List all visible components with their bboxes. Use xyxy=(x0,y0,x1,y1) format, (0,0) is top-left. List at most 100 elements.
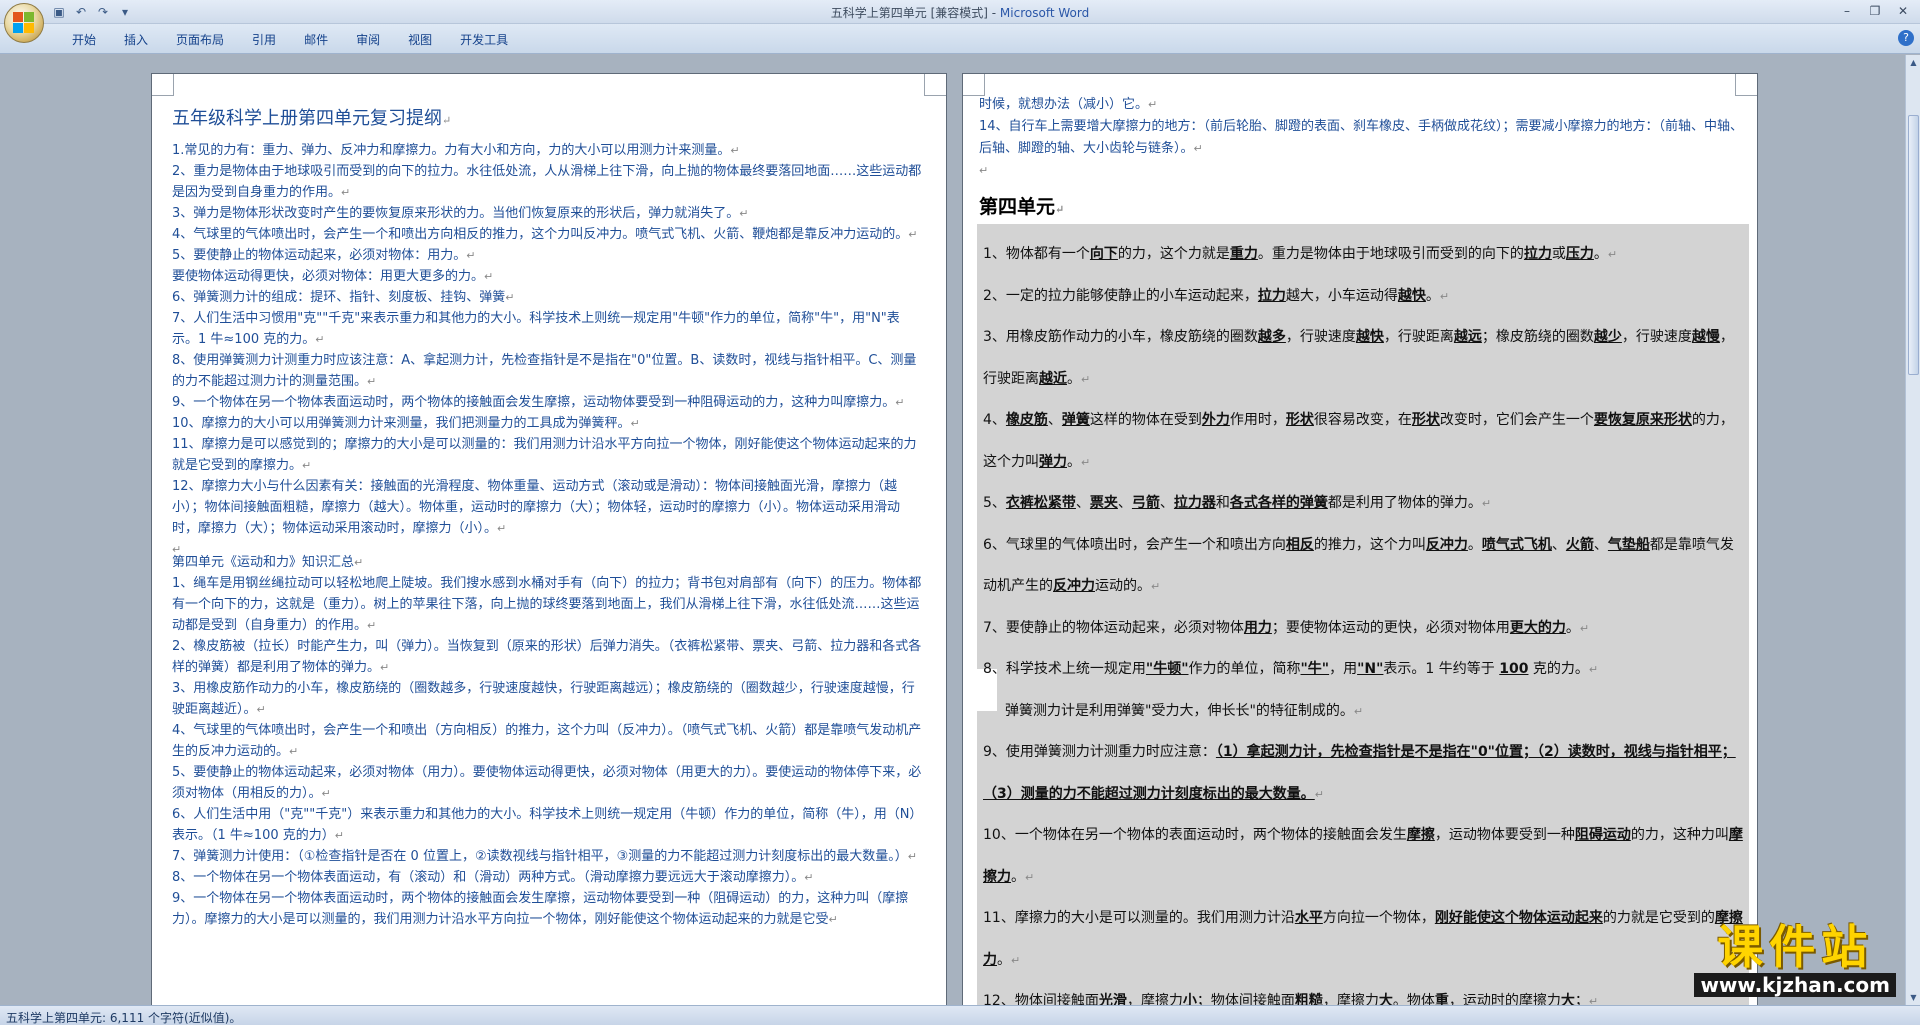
item-text: 6、气球里的气体喷出时，会产生一个和喷出方向 xyxy=(983,536,1286,553)
key-term: 越快 xyxy=(1355,329,1384,345)
list-item: 11、摩擦力的大小是可以测量的。我们用测力计沿水平方向拉一个物体，刚好能使这个物… xyxy=(983,898,1745,981)
paragraph-mark-icon: ↵ xyxy=(1607,248,1618,261)
item-text: 。 xyxy=(1067,453,1081,470)
key-term: 火箭 xyxy=(1565,536,1594,553)
help-icon[interactable]: ? xyxy=(1898,30,1914,46)
paragraph: ↵ xyxy=(172,539,922,556)
key-term: 压力 xyxy=(1565,246,1594,262)
list-item: 5、衣裤松紧带、票夹、弓箭、拉力器和各式各样的弹簧都是利用了物体的弹力。↵ xyxy=(983,483,1745,525)
page-1-body: 1.常见的力有：重力、弹力、反冲力和摩擦力。力有大小和方向，力的大小可以用测力计… xyxy=(172,140,922,930)
item-text: 或 xyxy=(1551,246,1566,262)
minimize-icon[interactable]: – xyxy=(1834,2,1860,20)
key-term: 更大的力 xyxy=(1509,619,1566,636)
key-term: 拉力 xyxy=(1523,246,1552,262)
heading-text: 第四单元 xyxy=(979,196,1056,218)
title-bar: ▣ ↶ ↷ ▾ 五科学上第四单元 [兼容模式] - Microsoft Word… xyxy=(0,0,1920,24)
key-term: 越远 xyxy=(1453,329,1482,345)
paragraph-mark-icon: ↵ xyxy=(895,396,905,409)
paragraph: 5、要使静止的物体运动起来，必须对物体：用力。↵ xyxy=(172,245,922,266)
paragraph-text: 4、气球里的气体喷出时，会产生一个和喷出（方向相反）的推力，这个力叫（反冲力）。… xyxy=(172,723,922,759)
paragraph-mark-icon: ↵ xyxy=(334,829,344,842)
paragraph-text: 5、要使静止的物体运动起来，必须对物体：用力。 xyxy=(172,248,467,263)
paragraph-mark-icon: ↵ xyxy=(1193,142,1203,155)
key-term: 小 xyxy=(1182,993,1197,1005)
item-text: 、 xyxy=(1551,536,1566,553)
key-term: 各式各样的弹簧 xyxy=(1229,495,1328,511)
key-term: 越多 xyxy=(1257,329,1286,345)
paragraph-mark-icon: ↵ xyxy=(442,114,452,127)
item-text: 。 xyxy=(1011,868,1025,885)
paragraph-text: 6、人们生活中用（"克""千克"）来表示重力和其他力的大小。科学技术上则统一规定… xyxy=(172,807,916,843)
scroll-down-icon[interactable]: ▼ xyxy=(1908,992,1919,1003)
paragraph: 4、气球里的气体喷出时，会产生一个和喷出方向相反的推力，这个力叫反冲力。喷气式飞… xyxy=(172,224,922,245)
key-term: 越快 xyxy=(1397,287,1426,304)
key-term: 形状 xyxy=(1411,412,1440,428)
ribbon-tab[interactable]: 开始 xyxy=(58,30,110,50)
item-text: 12、物体间接触面 xyxy=(983,993,1099,1005)
list-item: 6、气球里的气体喷出时，会产生一个和喷出方向相反的推力，这个力叫反冲力。喷气式飞… xyxy=(983,525,1745,608)
paragraph: ↵ xyxy=(979,160,1749,182)
item-text: 很容易改变，在 xyxy=(1313,412,1412,428)
item-text: 5、 xyxy=(983,495,1006,511)
ribbon-tab[interactable]: 审阅 xyxy=(342,30,394,50)
restore-icon[interactable]: ❐ xyxy=(1862,2,1888,20)
paragraph-text: 12、摩擦力大小与什么因素有关：接触面的光滑程度、物体重量、运动方式（滚动或是滑… xyxy=(172,479,901,536)
paragraph-mark-icon: ↵ xyxy=(730,144,740,157)
key-term: 衣裤松紧带 xyxy=(1005,495,1076,511)
paragraph-mark-icon: ↵ xyxy=(1081,372,1091,386)
item-text: 1、物体都有一个 xyxy=(983,246,1090,262)
key-term: 喷气式飞机 xyxy=(1481,536,1552,553)
key-term: 弹力 xyxy=(1039,453,1067,470)
page-title: 五年级科学上册第四单元复习提纲↵ xyxy=(172,104,451,130)
item-text: 作力的单位，简称 xyxy=(1188,661,1301,677)
office-logo-icon xyxy=(13,12,35,34)
page-2[interactable]: 时候，就想办法（减小）它。↵ 14、自行车上需要增大摩擦力的地方：（前后轮胎、脚蹬… xyxy=(962,73,1758,1005)
paragraph-mark-icon: ↵ xyxy=(1353,704,1364,718)
key-term: 重 xyxy=(1434,993,1449,1005)
paragraph-text: 第四单元《运动和力》知识汇总 xyxy=(172,555,355,570)
item-text: 、 xyxy=(1075,495,1090,511)
item-text: 。物体 xyxy=(1392,993,1435,1005)
watermark-logo: 课件站 www.kjzhan.com xyxy=(1694,921,1896,997)
office-button[interactable] xyxy=(4,3,44,43)
paragraph-mark-icon: ↵ xyxy=(315,333,325,346)
key-term: 形状 xyxy=(1285,412,1314,428)
paragraph-text: 7、人们生活中习惯用"克""千克"来表示重力和其他力的大小。科学技术上则统一规定… xyxy=(172,311,900,347)
vertical-scrollbar[interactable]: ▲ ▼ xyxy=(1905,55,1920,1005)
paragraph-mark-icon: ↵ xyxy=(1025,870,1035,884)
document-title: 五科学上第四单元 [兼容模式] - xyxy=(830,6,1000,20)
item-text: 。 xyxy=(1467,536,1482,553)
paragraph-mark-icon: ↵ xyxy=(302,459,312,472)
document-area[interactable]: 五年级科学上册第四单元复习提纲↵ 1.常见的力有：重力、弹力、反冲力和摩擦力。力… xyxy=(0,55,1905,1005)
paragraph-mark-icon: ↵ xyxy=(354,556,364,569)
paragraph-text: 10、摩擦力的大小可以用弹簧测力计来测量，我们把测量力的工具成为弹簧秤。 xyxy=(172,416,631,431)
key-term: 向下 xyxy=(1089,246,1118,262)
item-text: ；橡皮筋绕的圈数 xyxy=(1481,329,1594,345)
ribbon-tab[interactable]: 引用 xyxy=(238,30,290,50)
item-text: 。重力是物体由于地球吸引而受到的向下的 xyxy=(1257,246,1524,262)
ribbon-tab[interactable]: 邮件 xyxy=(290,30,342,50)
ribbon-tab[interactable]: 插入 xyxy=(110,30,162,50)
paragraph: 第四单元《运动和力》知识汇总↵ xyxy=(172,552,922,573)
paragraph: 9、一个物体在另一个物体表面运动时，两个物体的接触面会发生摩擦，运动物体要受到一… xyxy=(172,888,922,930)
status-bar: 五科学上第四单元: 6,111 个字符(近似值)。 xyxy=(0,1005,1920,1025)
ribbon-tab[interactable]: 页面布局 xyxy=(162,30,238,50)
margin-mark xyxy=(1735,74,1757,96)
paragraph: 2、重力是物体由于地球吸引而受到的向下的拉力。水往低处流，人从滑梯上往下滑，向上… xyxy=(172,161,922,203)
ribbon-tab[interactable]: 开发工具 xyxy=(446,30,522,50)
list-item: 1、物体都有一个向下的力，这个力就是重力。重力是物体由于地球吸引而受到的向下的拉… xyxy=(983,234,1745,276)
page-1[interactable]: 五年级科学上册第四单元复习提纲↵ 1.常见的力有：重力、弹力、反冲力和摩擦力。力… xyxy=(151,73,947,1005)
list-item: 12、物体间接触面光滑，摩擦力小；物体间接触面粗糙，摩擦力大。物体重，运动时的摩… xyxy=(983,981,1745,1005)
ribbon-tab[interactable]: 视图 xyxy=(394,30,446,50)
scroll-thumb[interactable] xyxy=(1908,115,1919,375)
scroll-up-icon[interactable]: ▲ xyxy=(1908,57,1919,68)
close-icon[interactable]: ✕ xyxy=(1890,2,1916,20)
key-term: "N" xyxy=(1357,661,1384,677)
item-text: ，行驶距离 xyxy=(1383,329,1454,345)
item-text: 。 xyxy=(1425,287,1440,304)
paragraph-mark-icon: ↵ xyxy=(1314,787,1324,801)
list-item: 2、一定的拉力能够使静止的小车运动起来，拉力越大，小车运动得越快。↵ xyxy=(983,276,1745,318)
paragraph-text: 6、弹簧测力计的组成：提环、指针、刻度板、挂钩、弹簧 xyxy=(172,290,506,305)
paragraph: 6、弹簧测力计的组成：提环、指针、刻度板、挂钩、弹簧↵ xyxy=(172,287,922,308)
paragraph: 1、绳车是用钢丝绳拉动可以轻松地爬上陡坡。我们搜水感到水桶对手有（向下）的拉力；… xyxy=(172,573,922,636)
